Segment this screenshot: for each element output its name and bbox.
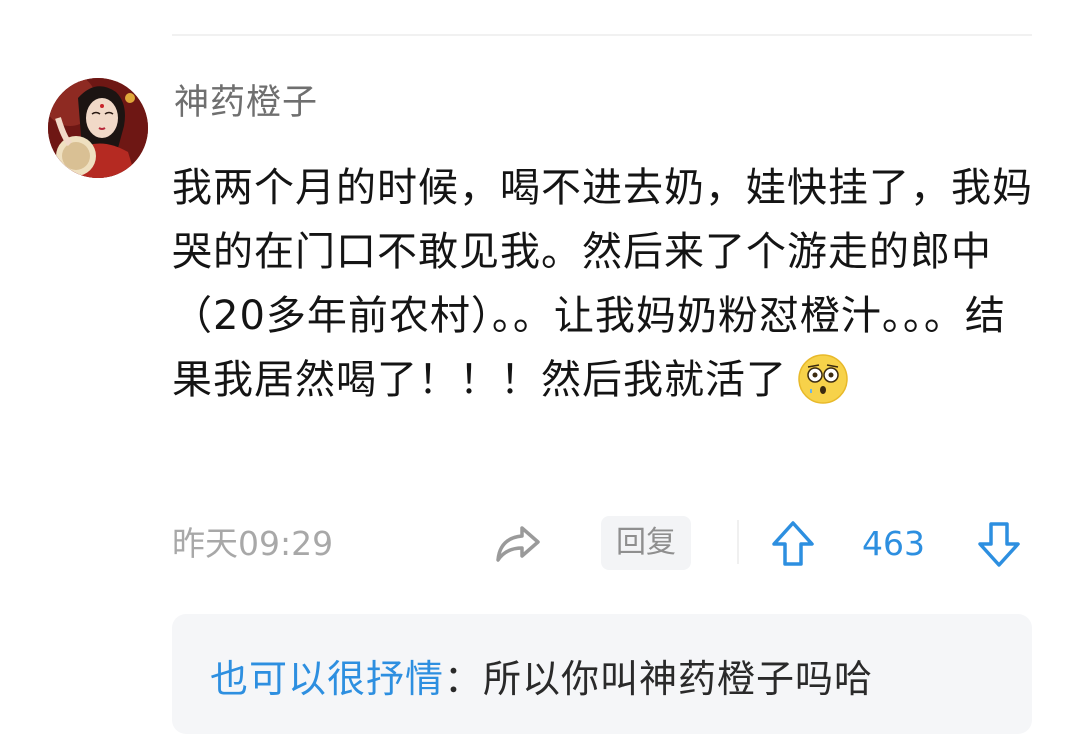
downvote-button[interactable]: [974, 518, 1024, 570]
avatar-illustration: [48, 78, 148, 178]
vote-count: 463: [862, 524, 925, 563]
reply-preview-line: 也可以很抒情：所以你叫神药橙子吗哈: [210, 654, 873, 704]
comment-timestamp: 昨天09:29: [172, 524, 334, 563]
comment-username[interactable]: 神药橙子: [174, 80, 318, 126]
comment-text: 我两个月的时候，喝不进去奶，娃快挂了，我妈哭的在门口不敢见我。然后来了个游走的郎…: [172, 165, 1033, 403]
comment-actions-bar: 昨天09:29 回复 463: [0, 510, 1078, 576]
reply-button[interactable]: 回复: [601, 516, 691, 570]
arrow-up-icon: [772, 521, 814, 566]
arrow-down-icon: [978, 522, 1020, 567]
top-divider: [172, 34, 1032, 36]
reply-text: 所以你叫神药橙子吗哈: [483, 657, 874, 701]
reply-separator: ：: [444, 657, 484, 701]
comment-body: 我两个月的时候，喝不进去奶，娃快挂了，我妈哭的在门口不敢见我。然后来了个游走的郎…: [172, 156, 1042, 412]
avatar[interactable]: [48, 78, 148, 178]
dizzy-face-emoji-icon: [798, 354, 848, 404]
share-button[interactable]: [492, 520, 544, 568]
share-arrow-icon: [496, 526, 540, 562]
upvote-button[interactable]: [768, 518, 818, 570]
reply-preview[interactable]: 也可以很抒情：所以你叫神药橙子吗哈: [172, 614, 1032, 734]
actions-divider: [737, 520, 739, 564]
reply-author[interactable]: 也可以很抒情: [210, 657, 444, 701]
